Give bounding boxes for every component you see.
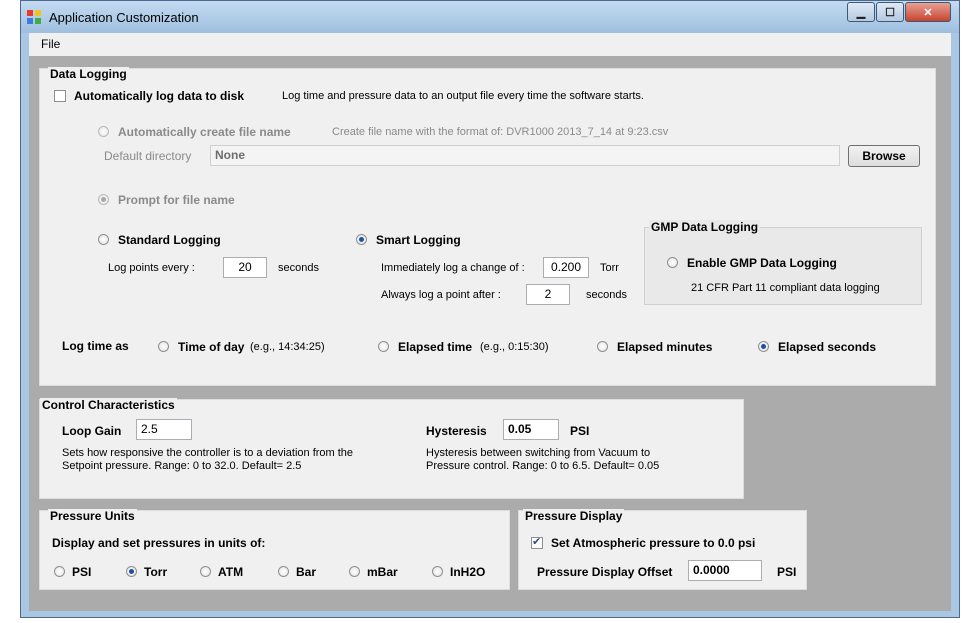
- default-directory-input[interactable]: None: [210, 145, 840, 166]
- always-log-label: Always log a point after :: [381, 289, 501, 301]
- auto-create-description: Create file name with the format of: DVR…: [332, 126, 669, 138]
- client-area: File Data Logging Automatically log data…: [29, 33, 951, 611]
- elapsed-time-radio[interactable]: [378, 341, 389, 352]
- loop-gain-description-1: Sets how responsive the controller is to…: [62, 447, 354, 459]
- auto-log-checkbox[interactable]: [54, 90, 66, 102]
- hysteresis-label: Hysteresis: [426, 424, 487, 438]
- offset-label: Pressure Display Offset: [537, 565, 673, 579]
- offset-unit: PSI: [777, 565, 797, 579]
- immediate-log-label: Immediately log a change of :: [381, 262, 525, 274]
- always-log-unit: seconds: [586, 289, 627, 301]
- pressure-display-group: Pressure Display Set Atmospheric pressur…: [518, 509, 807, 590]
- smart-logging-radio[interactable]: [356, 234, 367, 245]
- atm-zero-checkbox[interactable]: [531, 535, 543, 549]
- minimize-button[interactable]: ▁: [847, 2, 875, 22]
- log-time-label: Log time as: [62, 339, 129, 353]
- default-directory-label: Default directory: [104, 149, 192, 163]
- immediate-log-input[interactable]: 0.200: [543, 257, 589, 278]
- hysteresis-description-2: Pressure control. Range: 0 to 6.5. Defau…: [426, 460, 660, 472]
- log-points-label: Log points every :: [108, 262, 195, 274]
- menu-file[interactable]: File: [41, 37, 60, 51]
- log-points-input[interactable]: 20: [223, 257, 267, 278]
- pressure-units-prompt: Display and set pressures in units of:: [52, 536, 266, 550]
- control-group-label: Control Characteristics: [40, 398, 177, 412]
- maximize-button[interactable]: ☐: [876, 2, 904, 22]
- minimize-icon: ▁: [856, 6, 866, 19]
- auto-log-label[interactable]: Automatically log data to disk: [74, 89, 244, 103]
- atm-zero-label[interactable]: Set Atmospheric pressure to 0.0 psi: [551, 536, 755, 550]
- unit-atm-radio[interactable]: [200, 566, 211, 577]
- unit-bar-radio[interactable]: [278, 566, 289, 577]
- data-logging-group: Data Logging Automatically log data to d…: [39, 67, 936, 386]
- pressure-units-group-label: Pressure Units: [48, 509, 137, 523]
- loop-gain-input[interactable]: 2.5: [136, 419, 192, 440]
- hysteresis-unit: PSI: [570, 424, 590, 438]
- auto-log-description: Log time and pressure data to an output …: [282, 90, 644, 102]
- title-bar[interactable]: Application Customization ▁ ☐ ✕: [21, 1, 959, 33]
- unit-psi-label[interactable]: PSI: [72, 565, 91, 579]
- pressure-units-group: Pressure Units Display and set pressures…: [39, 509, 510, 590]
- window-title: Application Customization: [49, 10, 199, 25]
- unit-torr-label[interactable]: Torr: [144, 565, 167, 579]
- browse-button[interactable]: Browse: [848, 145, 920, 167]
- gmp-enable-radio[interactable]: [667, 257, 678, 268]
- unit-inh2o-radio[interactable]: [432, 566, 443, 577]
- gmp-group-label: GMP Data Logging: [649, 220, 761, 234]
- prompt-file-name-label[interactable]: Prompt for file name: [118, 193, 235, 207]
- unit-inh2o-label[interactable]: InH2O: [450, 565, 485, 579]
- time-of-day-radio[interactable]: [158, 341, 169, 352]
- data-logging-group-label: Data Logging: [48, 67, 129, 81]
- prompt-file-name-radio[interactable]: [98, 194, 109, 205]
- auto-create-radio[interactable]: [98, 126, 109, 137]
- close-icon: ✕: [923, 6, 933, 19]
- elapsed-time-label[interactable]: Elapsed time: [398, 340, 472, 354]
- content-area: Data Logging Automatically log data to d…: [29, 56, 951, 611]
- close-button[interactable]: ✕: [905, 2, 951, 22]
- pressure-display-group-label: Pressure Display: [523, 509, 625, 523]
- gmp-group: GMP Data Logging Enable GMP Data Logging…: [644, 220, 922, 305]
- elapsed-minutes-radio[interactable]: [597, 341, 608, 352]
- gmp-enable-label[interactable]: Enable GMP Data Logging: [687, 256, 837, 270]
- time-of-day-example: (e.g., 14:34:25): [250, 341, 325, 353]
- maximize-icon: ☐: [885, 6, 895, 19]
- unit-psi-radio[interactable]: [54, 566, 65, 577]
- elapsed-seconds-radio[interactable]: [758, 341, 769, 352]
- time-of-day-label[interactable]: Time of day: [178, 340, 244, 354]
- unit-bar-label[interactable]: Bar: [296, 565, 316, 579]
- always-log-input[interactable]: 2: [526, 284, 570, 305]
- standard-logging-label[interactable]: Standard Logging: [118, 233, 221, 247]
- app-icon: [27, 10, 41, 24]
- immediate-log-unit: Torr: [600, 262, 619, 274]
- elapsed-minutes-label[interactable]: Elapsed minutes: [617, 340, 712, 354]
- offset-input[interactable]: 0.0000: [688, 560, 762, 581]
- menu-bar: File: [29, 33, 951, 55]
- auto-create-label[interactable]: Automatically create file name: [118, 125, 291, 139]
- standard-logging-radio[interactable]: [98, 234, 109, 245]
- unit-atm-label[interactable]: ATM: [218, 565, 243, 579]
- control-characteristics-group: Control Characteristics Loop Gain 2.5 Se…: [39, 398, 744, 499]
- elapsed-seconds-label[interactable]: Elapsed seconds: [778, 340, 876, 354]
- unit-mbar-label[interactable]: mBar: [367, 565, 398, 579]
- gmp-description: 21 CFR Part 11 compliant data logging: [691, 282, 880, 294]
- app-window: Application Customization ▁ ☐ ✕ File Dat…: [20, 0, 960, 618]
- hysteresis-description-1: Hysteresis between switching from Vacuum…: [426, 447, 651, 459]
- loop-gain-label: Loop Gain: [62, 424, 122, 438]
- elapsed-time-example: (e.g., 0:15:30): [480, 341, 549, 353]
- unit-torr-radio[interactable]: [126, 566, 137, 577]
- smart-logging-label[interactable]: Smart Logging: [376, 233, 461, 247]
- log-points-unit: seconds: [278, 262, 319, 274]
- hysteresis-input[interactable]: 0.05: [503, 419, 559, 440]
- loop-gain-description-2: Setpoint pressure. Range: 0 to 32.0. Def…: [62, 460, 302, 472]
- unit-mbar-radio[interactable]: [349, 566, 360, 577]
